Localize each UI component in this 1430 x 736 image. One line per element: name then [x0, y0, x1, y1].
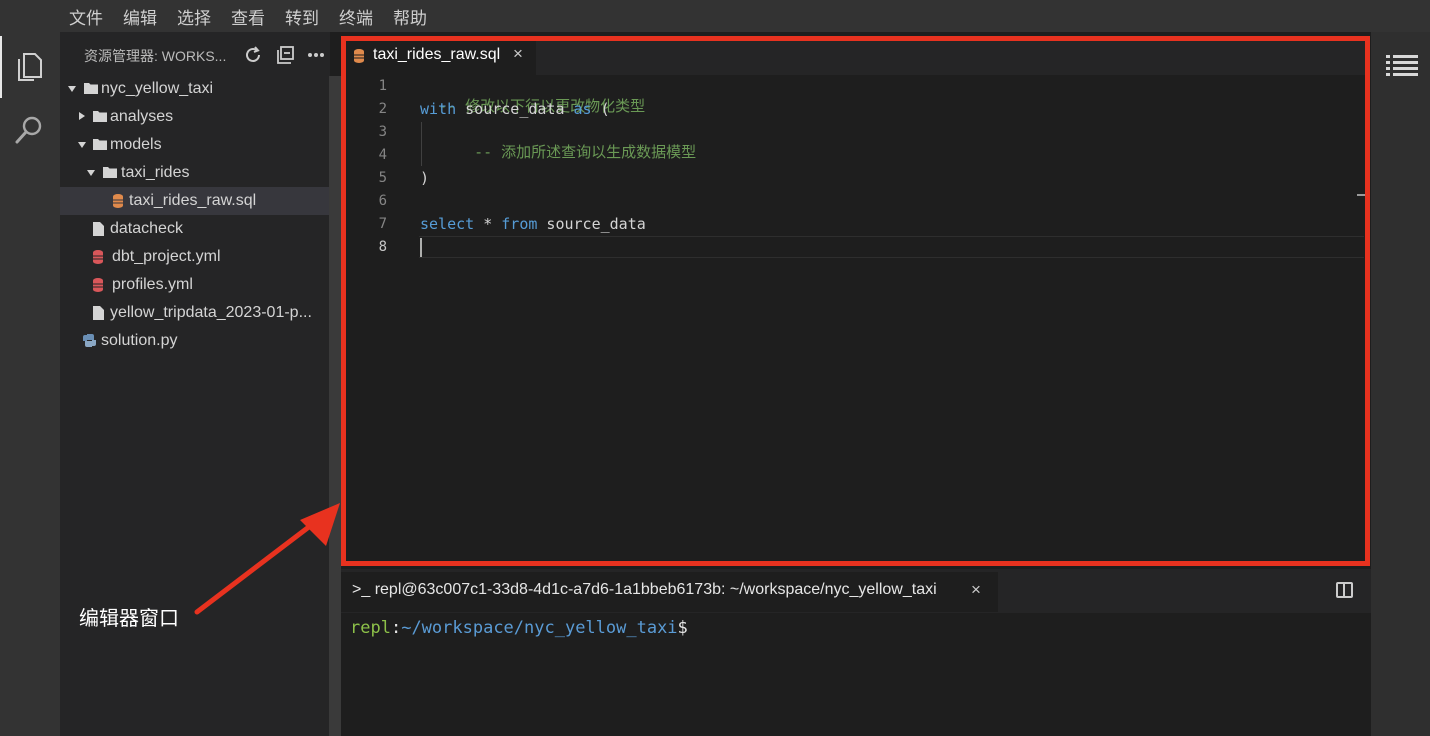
tree-folder-analyses[interactable]: analyses	[60, 103, 330, 131]
refresh-icon[interactable]	[242, 44, 264, 66]
editor-highlight-box	[341, 36, 1370, 566]
prompt-path: ~/workspace/nyc_yellow_taxi	[401, 618, 678, 638]
tree-file-yellow-tripdata[interactable]: yellow_tripdata_2023-01-p...	[60, 299, 330, 327]
menu-terminal[interactable]: 终端	[339, 4, 373, 29]
list-view-icon[interactable]	[1386, 54, 1418, 78]
menu-edit[interactable]: 编辑	[123, 4, 157, 29]
database-icon	[113, 194, 123, 208]
tree-folder-models[interactable]: models	[60, 131, 330, 159]
split-terminal-icon[interactable]	[1336, 582, 1353, 598]
prompt-colon: :	[390, 618, 402, 638]
file-icon	[93, 306, 104, 320]
tree-folder-taxi-rides[interactable]: taxi_rides	[60, 159, 330, 187]
python-icon	[83, 334, 96, 347]
prompt-user: repl	[350, 618, 391, 638]
menu-file[interactable]: 文件	[69, 4, 103, 29]
annotation-label: 编辑器窗口	[79, 606, 179, 630]
terminal-tab-label: >_ repl@63c007c1-33d8-4d1c-a7d6-1a1bbeb6…	[352, 581, 937, 598]
right-panel	[1371, 32, 1430, 736]
database-icon	[93, 250, 103, 264]
collapse-all-icon[interactable]	[275, 44, 297, 66]
more-icon[interactable]	[305, 44, 327, 66]
folder-icon	[103, 167, 117, 178]
menu-selection[interactable]: 选择	[177, 4, 211, 29]
chevron-down-icon	[87, 170, 95, 176]
database-icon	[93, 278, 103, 292]
menu-view[interactable]: 查看	[231, 4, 265, 29]
chevron-down-icon	[78, 142, 86, 148]
sidebar-scrollbar[interactable]	[329, 76, 341, 736]
chevron-down-icon	[68, 86, 76, 92]
tree-file-dbt-project-yml[interactable]: dbt_project.yml	[60, 243, 330, 271]
terminal-icon: >_	[352, 581, 371, 598]
files-icon[interactable]	[11, 48, 47, 84]
tree-file-datacheck[interactable]: datacheck	[60, 215, 330, 243]
tree-file-solution-py[interactable]: solution.py	[60, 327, 330, 355]
folder-icon	[84, 83, 98, 94]
search-icon[interactable]	[11, 112, 47, 148]
menu-help[interactable]: 帮助	[393, 4, 427, 29]
close-icon[interactable]: ×	[971, 580, 981, 600]
menu-bar: 文件 编辑 选择 查看 转到 终端 帮助	[0, 0, 1430, 32]
chevron-right-icon	[79, 112, 85, 120]
folder-icon	[93, 139, 107, 150]
tree-folder-nyc-yellow-taxi[interactable]: nyc_yellow_taxi	[60, 75, 330, 103]
tree-file-profiles-yml[interactable]: profiles.yml	[60, 271, 330, 299]
prompt-symbol: $	[677, 618, 688, 638]
tree-file-taxi-rides-raw-sql[interactable]: taxi_rides_raw.sql	[60, 187, 330, 215]
file-icon	[93, 222, 104, 236]
menu-go[interactable]: 转到	[285, 4, 319, 29]
active-indicator	[0, 36, 2, 98]
terminal-prompt[interactable]: repl:~/workspace/nyc_yellow_taxi$	[350, 618, 688, 638]
explorer-title: 资源管理器: WORKS...	[84, 48, 227, 64]
folder-icon	[93, 111, 107, 122]
